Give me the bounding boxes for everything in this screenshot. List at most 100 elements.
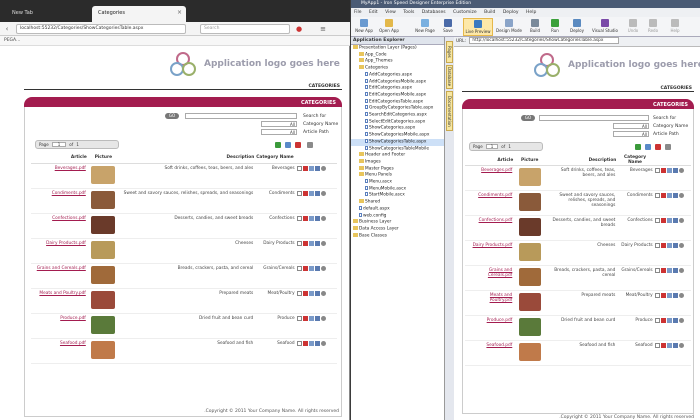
row-copy-icon[interactable] xyxy=(308,190,314,196)
menu-build[interactable]: Build xyxy=(484,10,495,15)
article-link[interactable]: Meats and Poultry.pdf xyxy=(39,291,85,296)
preview-row-delete-icon[interactable] xyxy=(660,168,666,173)
row-view-icon[interactable] xyxy=(320,165,326,171)
build-button[interactable]: Build xyxy=(527,18,543,36)
browser-tab-new[interactable]: New Tab xyxy=(6,6,84,22)
tree-folder[interactable]: Business Layer xyxy=(351,219,444,226)
preview-row-edit-icon[interactable] xyxy=(672,343,678,348)
preview-col-category-name[interactable]: Category Name xyxy=(616,155,654,166)
preview-row-checkbox[interactable] xyxy=(654,293,660,298)
preview-edit-icon[interactable] xyxy=(645,144,651,150)
table-row[interactable]: Dairy Products.pdf Cheeses Dairy Products xyxy=(31,238,337,264)
pages-tab[interactable]: Pages xyxy=(446,41,453,63)
row-edit-icon[interactable] xyxy=(314,340,320,346)
open-app-button[interactable]: Open App xyxy=(377,18,401,36)
table-row[interactable]: Produce.pdf Dried fruit and bean curd Prod… xyxy=(31,313,337,339)
preview-row-checkbox[interactable] xyxy=(654,343,660,348)
row-view-icon[interactable] xyxy=(320,265,326,271)
row-view-icon[interactable] xyxy=(320,340,326,346)
tree-file[interactable]: web.config xyxy=(351,212,444,220)
table-row[interactable]: Grains and Cereals.pdf Breads, crackers, … xyxy=(31,263,337,289)
preview-article-path-filter[interactable]: All xyxy=(613,131,649,137)
preview-row-view-icon[interactable] xyxy=(678,268,684,273)
col-category-name[interactable]: Category Name xyxy=(254,153,296,164)
preview-url-input[interactable]: http://localhost:55232/Categories/ShowCa… xyxy=(469,37,620,44)
preview-row-copy-icon[interactable] xyxy=(666,293,672,298)
menu-icon[interactable]: ≡ xyxy=(318,24,328,34)
tree-folder[interactable]: Shared xyxy=(351,199,444,206)
preview-row-view-icon[interactable] xyxy=(678,193,684,198)
preview-row-copy-icon[interactable] xyxy=(666,343,672,348)
tree-file[interactable]: EditCategories.aspx xyxy=(351,85,444,92)
tree-folder[interactable]: Header and Footer xyxy=(351,152,444,159)
preview-col-picture[interactable]: Picture xyxy=(513,155,547,166)
new-page-button[interactable]: New Page xyxy=(413,18,437,36)
article-link[interactable]: Dairy Products.pdf xyxy=(46,241,86,246)
tree-file[interactable]: SelectEditCategories.aspx xyxy=(351,118,444,126)
preview-article-link[interactable]: Beverages.pdf xyxy=(481,168,512,173)
export-icon[interactable] xyxy=(307,142,313,148)
address-bar[interactable]: localhost:55232/Categories/ShowCategorie… xyxy=(16,24,186,34)
preview-row-edit-icon[interactable] xyxy=(672,268,678,273)
preview-tab-categories[interactable]: CATEGORIES xyxy=(462,86,694,92)
tree-file[interactable]: AddCategories.aspx xyxy=(351,71,444,79)
preview-export-icon[interactable] xyxy=(665,144,671,150)
table-row[interactable]: Meats and Poultry.pdf Prepared meats Meat/… xyxy=(31,288,337,314)
tree-file[interactable]: ShowCategoriesTableMobile xyxy=(351,145,444,153)
preview-row-delete-icon[interactable] xyxy=(660,343,666,348)
category-name-filter[interactable]: All xyxy=(261,121,297,127)
preview-article-link[interactable]: Condiments.pdf xyxy=(478,193,512,198)
preview-row-copy-icon[interactable] xyxy=(666,268,672,273)
preview-row-checkbox[interactable] xyxy=(654,168,660,173)
preview-article-link[interactable]: Dairy Products.pdf xyxy=(473,243,513,248)
row-view-icon[interactable] xyxy=(320,240,326,246)
preview-page-number-input[interactable]: 1 xyxy=(485,144,498,149)
ublock-icon[interactable]: ● xyxy=(294,24,304,34)
preview-article-link[interactable]: Meats and Poultry.pdf xyxy=(490,293,513,303)
menu-view[interactable]: View xyxy=(385,10,396,15)
row-delete-icon[interactable] xyxy=(302,315,308,321)
preview-row-checkbox[interactable] xyxy=(654,218,660,223)
preview-table-row[interactable]: Seafood.pdf Seafood and fish Seafood xyxy=(465,340,691,366)
preview-row-copy-icon[interactable] xyxy=(666,243,672,248)
table-row[interactable]: Confections.pdf Desserts, candies, and sw… xyxy=(31,213,337,239)
tree-file[interactable]: MenuMobile.ascx xyxy=(351,185,444,193)
menu-databases[interactable]: Databases xyxy=(422,10,446,15)
tree-file[interactable]: ShowCategoriesTable.aspx xyxy=(351,138,444,146)
preview-category-name-filter[interactable]: All xyxy=(613,123,649,129)
undo-button[interactable]: Undo xyxy=(625,18,641,36)
row-copy-icon[interactable] xyxy=(308,265,314,271)
new-app-button[interactable]: New App xyxy=(353,18,375,36)
help-button[interactable]: Help xyxy=(667,18,683,36)
preview-row-copy-icon[interactable] xyxy=(666,218,672,223)
tree-folder[interactable]: Images xyxy=(351,158,444,166)
browser-search-input[interactable]: Search xyxy=(200,24,290,34)
row-delete-icon[interactable] xyxy=(302,265,308,271)
preview-article-link[interactable]: Produce.pdf xyxy=(487,318,513,323)
row-delete-icon[interactable] xyxy=(302,190,308,196)
row-checkbox[interactable] xyxy=(296,240,302,246)
tree-folder[interactable]: Data Access Layer xyxy=(351,225,444,233)
row-edit-icon[interactable] xyxy=(314,315,320,321)
preview-row-edit-icon[interactable] xyxy=(672,218,678,223)
tree-folder[interactable]: Presentation Layer (Pages) xyxy=(351,45,444,52)
preview-row-copy-icon[interactable] xyxy=(666,168,672,173)
preview-row-copy-icon[interactable] xyxy=(666,193,672,198)
row-delete-icon[interactable] xyxy=(302,240,308,246)
preview-add-icon[interactable] xyxy=(635,144,641,150)
preview-row-edit-icon[interactable] xyxy=(672,243,678,248)
back-icon[interactable]: ‹ xyxy=(2,24,12,34)
preview-row-checkbox[interactable] xyxy=(654,318,660,323)
preview-row-view-icon[interactable] xyxy=(678,218,684,223)
preview-row-checkbox[interactable] xyxy=(654,193,660,198)
bookmark-item[interactable]: PEGA... xyxy=(4,38,20,43)
close-tab-icon[interactable]: × xyxy=(177,9,182,16)
row-view-icon[interactable] xyxy=(320,290,326,296)
preview-row-checkbox[interactable] xyxy=(654,268,660,273)
preview-row-view-icon[interactable] xyxy=(678,293,684,298)
preview-article-link[interactable]: Confections.pdf xyxy=(479,218,513,223)
preview-row-edit-icon[interactable] xyxy=(672,193,678,198)
row-edit-icon[interactable] xyxy=(314,215,320,221)
row-edit-icon[interactable] xyxy=(314,240,320,246)
preview-row-copy-icon[interactable] xyxy=(666,318,672,323)
